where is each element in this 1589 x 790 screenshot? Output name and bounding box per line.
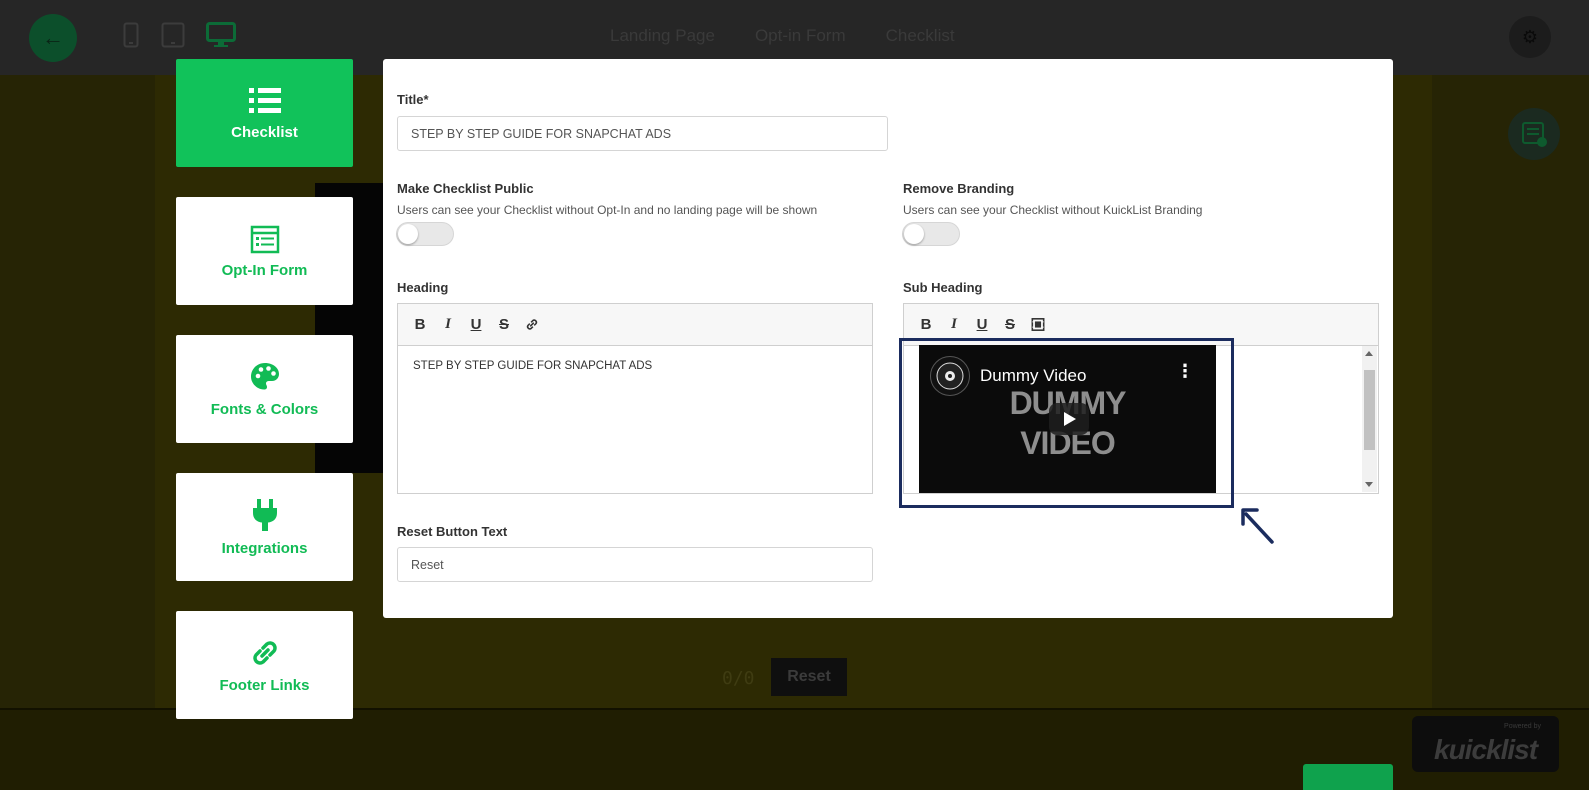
link-icon: [526, 319, 538, 330]
italic-button[interactable]: I: [441, 316, 455, 333]
toggle-knob: [904, 224, 924, 244]
top-nav: Landing Page Opt-in Form Checklist: [610, 26, 955, 46]
checklist-add-icon: [1522, 122, 1547, 147]
make-public-help: Users can see your Checklist without Opt…: [397, 203, 818, 217]
reset-button-text-label: Reset Button Text: [397, 524, 508, 539]
toggle-knob: [398, 224, 418, 244]
scroll-down-icon[interactable]: [1365, 482, 1373, 487]
remove-branding-toggle[interactable]: [902, 222, 960, 246]
reset-button-text-input[interactable]: Reset: [397, 547, 873, 582]
make-public-label: Make Checklist Public: [397, 181, 534, 196]
back-button[interactable]: ←: [29, 14, 77, 62]
gear-icon: ⚙: [1521, 26, 1539, 47]
arrow-left-icon: ←: [42, 25, 64, 50]
remove-branding-help: Users can see your Checklist without Kui…: [903, 203, 1203, 217]
preview-reset-button[interactable]: Reset: [771, 658, 847, 696]
bold-button[interactable]: B: [919, 316, 933, 333]
tab-opt-in-form-label: Opt-In Form: [221, 261, 308, 279]
bold-button[interactable]: B: [413, 316, 427, 333]
canvas-right-margin: [1432, 75, 1589, 790]
tab-integrations-label: Integrations: [221, 539, 308, 557]
strikethrough-button[interactable]: S: [1003, 316, 1017, 333]
form-icon: [250, 225, 279, 253]
tab-opt-in-form[interactable]: Opt-In Form: [176, 197, 353, 305]
tab-footer-links-label: Footer Links: [219, 676, 310, 694]
heading-editor[interactable]: B I U S STEP BY STEP GUIDE FOR SNAPCHAT …: [397, 303, 873, 494]
nav-opt-in-form[interactable]: Opt-in Form: [755, 26, 846, 46]
tab-fonts-colors-label: Fonts & Colors: [210, 400, 319, 418]
heading-toolbar: B I U S: [398, 304, 872, 346]
video-highlight-box: [899, 338, 1234, 508]
strikethrough-button[interactable]: S: [497, 316, 511, 333]
tab-fonts-colors[interactable]: Fonts & Colors: [176, 335, 353, 443]
tab-checklist-label: Checklist: [231, 123, 298, 141]
nav-landing-page[interactable]: Landing Page: [610, 26, 715, 46]
list-icon: [248, 87, 281, 113]
palette-icon: [250, 362, 279, 389]
checklist-counter: 0/0: [722, 668, 755, 689]
powered-by-text: Powered by: [1504, 723, 1541, 730]
subheading-label: Sub Heading: [903, 280, 983, 295]
insert-video-button[interactable]: [1031, 317, 1045, 333]
brand-text: kuicklist: [1434, 734, 1538, 765]
desktop-icon: [206, 22, 236, 47]
scroll-up-icon[interactable]: [1365, 351, 1373, 356]
underline-button[interactable]: U: [469, 316, 483, 333]
tab-checklist[interactable]: Checklist: [176, 59, 353, 167]
italic-button[interactable]: I: [947, 316, 961, 333]
insert-link-button[interactable]: [525, 317, 539, 333]
link-icon: [252, 640, 277, 665]
kuicklist-logo: Powered by kuicklist: [1412, 716, 1559, 772]
remove-branding-label: Remove Branding: [903, 181, 1015, 196]
scroll-thumb[interactable]: [1364, 370, 1375, 450]
heading-label: Heading: [397, 280, 449, 295]
desktop-view-button[interactable]: [205, 20, 237, 50]
underline-button[interactable]: U: [975, 316, 989, 333]
video-icon: [1031, 318, 1045, 331]
settings-button[interactable]: ⚙: [1509, 16, 1551, 58]
checklist-add-button[interactable]: [1508, 108, 1560, 160]
canvas-left-margin: [0, 75, 155, 790]
plug-icon: [252, 498, 277, 531]
heading-editor-content[interactable]: STEP BY STEP GUIDE FOR SNAPCHAT ADS: [413, 360, 652, 372]
tablet-view-button[interactable]: [160, 20, 186, 50]
tablet-icon: [161, 22, 185, 48]
pointer-arrow-icon: [1241, 508, 1274, 544]
tab-footer-links[interactable]: Footer Links: [176, 611, 353, 719]
tab-integrations[interactable]: Integrations: [176, 473, 353, 581]
make-public-toggle[interactable]: [396, 222, 454, 246]
save-button[interactable]: [1303, 764, 1393, 790]
title-label: Title*: [397, 92, 429, 107]
subheading-scrollbar[interactable]: [1362, 346, 1377, 492]
mobile-view-button[interactable]: [120, 20, 142, 50]
nav-checklist[interactable]: Checklist: [886, 26, 955, 46]
title-input[interactable]: STEP BY STEP GUIDE FOR SNAPCHAT ADS: [397, 116, 888, 151]
mobile-icon: [123, 22, 139, 48]
